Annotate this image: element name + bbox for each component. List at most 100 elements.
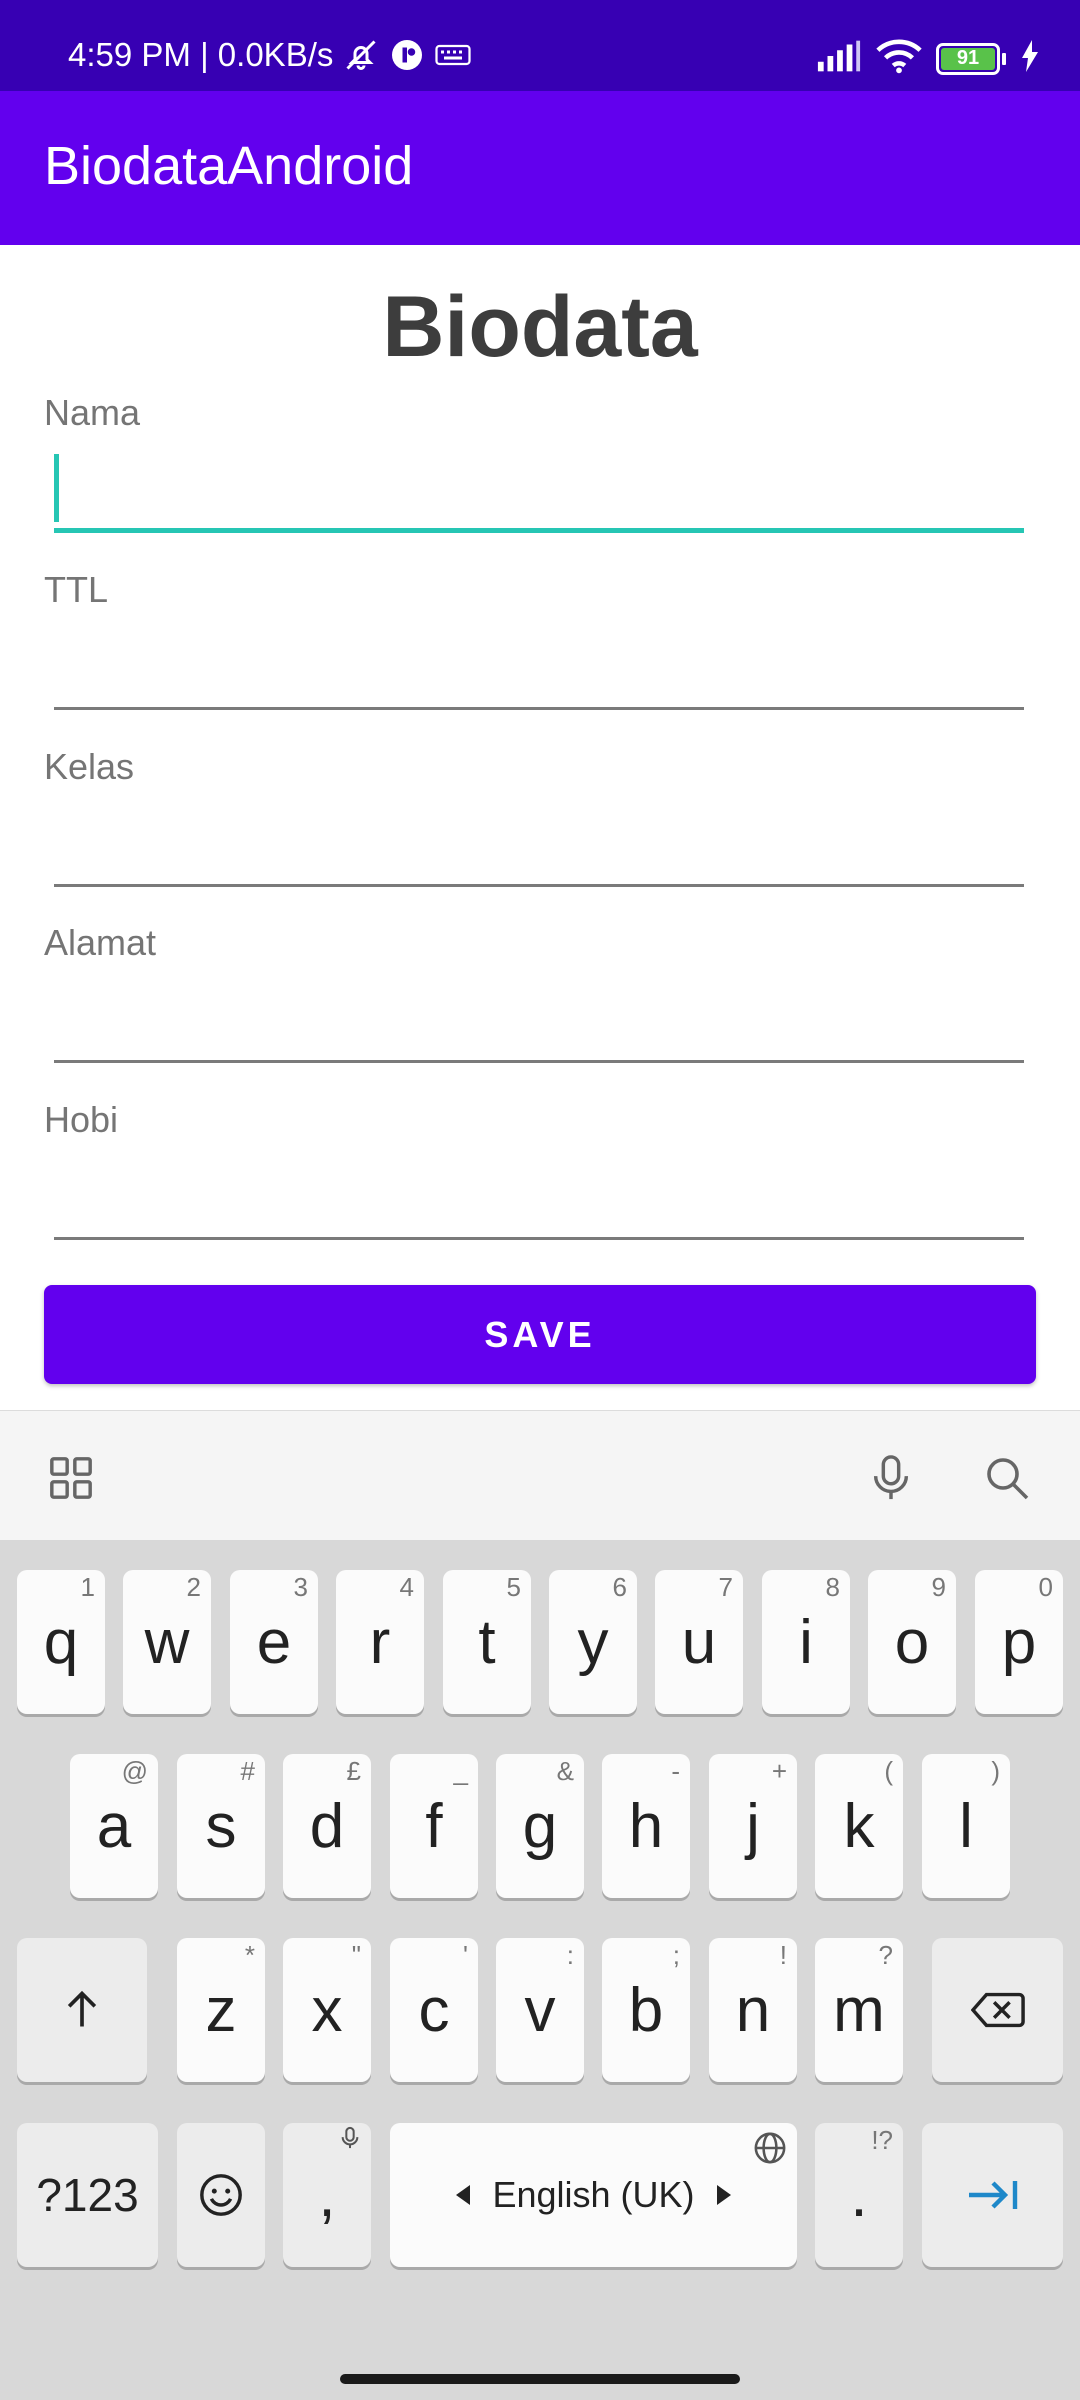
alamat-input[interactable] [54, 972, 1024, 1062]
kelas-underline [54, 884, 1024, 887]
key-b[interactable]: b; [602, 1938, 690, 2082]
key-hint: * [244, 1940, 255, 1970]
key-label: x [311, 1975, 343, 2045]
nama-underline [54, 528, 1024, 533]
key-label: s [205, 1791, 237, 1861]
symbols-label: ?123 [36, 2169, 139, 2221]
key-label: r [369, 1607, 391, 1677]
key-e[interactable]: e3 [230, 1570, 318, 1714]
mic-hint-icon [339, 2125, 361, 2158]
battery-icon: 91 [936, 42, 1006, 75]
hobi-label: Hobi [44, 1099, 119, 1140]
symbols-key[interactable]: ?123 [17, 2123, 158, 2267]
nama-field: Nama [44, 392, 1024, 568]
key-w[interactable]: w2 [123, 1570, 211, 1714]
emoji-icon [200, 2174, 242, 2216]
key-l[interactable]: l) [922, 1754, 1010, 1898]
save-button[interactable]: SAVE [44, 1285, 1036, 1384]
signal-icon [816, 40, 862, 77]
key-label: i [799, 1607, 813, 1677]
hobi-field: Hobi [44, 1099, 1024, 1275]
caret-right-icon [716, 2185, 731, 2205]
key-n[interactable]: n! [709, 1938, 797, 2082]
search-icon[interactable] [982, 1453, 1032, 1503]
key-hint: 5 [506, 1572, 521, 1602]
key-t[interactable]: t5 [443, 1570, 531, 1714]
key-a[interactable]: a @ [70, 1754, 158, 1898]
key-hint: £ [346, 1756, 361, 1786]
apps-grid-icon[interactable] [46, 1453, 96, 1503]
key-hint: - [671, 1756, 680, 1786]
key-label: p [1001, 1607, 1037, 1677]
key-v[interactable]: v: [496, 1938, 584, 2082]
comma-label: , [318, 2160, 336, 2230]
key-label: m [833, 1975, 885, 2045]
key-o[interactable]: o9 [868, 1570, 956, 1714]
period-label: . [850, 2160, 868, 2230]
key-hint: : [566, 1940, 574, 1970]
key-y[interactable]: y6 [549, 1570, 637, 1714]
key-hint: ' [463, 1940, 468, 1970]
backspace-key[interactable] [932, 1938, 1063, 2082]
key-hint: 1 [80, 1572, 95, 1602]
key-hint: @ [121, 1756, 148, 1786]
key-m[interactable]: m? [815, 1938, 903, 2082]
key-j[interactable]: j + [709, 1754, 797, 1898]
key-s[interactable]: s # [177, 1754, 265, 1898]
key-hint: 0 [1038, 1572, 1053, 1602]
charging-icon [1020, 40, 1040, 77]
hobi-input[interactable] [54, 1149, 1024, 1239]
bell-off-icon [343, 36, 379, 74]
shift-arrow-icon [67, 1990, 97, 2027]
key-x[interactable]: x " [283, 1938, 371, 2082]
space-key[interactable]: English (UK) [390, 2123, 797, 2267]
kelas-field: Kelas [44, 746, 1024, 922]
key-label: z [205, 1975, 237, 2045]
key-hint: + [771, 1756, 787, 1786]
alamat-field: Alamat [44, 922, 1024, 1098]
hobi-underline [54, 1237, 1024, 1240]
alamat-underline [54, 1060, 1024, 1063]
shift-key[interactable] [17, 1938, 147, 2082]
key-label: q [43, 1607, 79, 1677]
key-i[interactable]: i8 [762, 1570, 850, 1714]
key-hint: ! [779, 1940, 787, 1970]
alamat-label: Alamat [44, 922, 157, 963]
key-label: l [959, 1791, 973, 1861]
key-label: k [843, 1791, 875, 1861]
kelas-input[interactable] [54, 796, 1024, 886]
key-g[interactable]: g & [496, 1754, 584, 1898]
app-badge-icon [389, 37, 425, 73]
ttl-field: TTL [44, 569, 1024, 745]
key-f[interactable]: f _ [390, 1754, 478, 1898]
key-q[interactable]: q1 [17, 1570, 105, 1714]
period-hint: !? [871, 2125, 893, 2155]
key-hint: ( [884, 1756, 893, 1786]
key-d[interactable]: d £ [283, 1754, 371, 1898]
period-key[interactable]: . !? [815, 2123, 903, 2267]
key-label: a [96, 1791, 132, 1861]
key-r[interactable]: r4 [336, 1570, 424, 1714]
key-h[interactable]: h- [602, 1754, 690, 1898]
key-label: y [577, 1607, 609, 1677]
key-u[interactable]: u7 [655, 1570, 743, 1714]
key-c[interactable]: c ' [390, 1938, 478, 2082]
globe-icon [753, 2131, 787, 2172]
key-k[interactable]: k( [815, 1754, 903, 1898]
key-hint: 9 [931, 1572, 946, 1602]
key-p[interactable]: p0 [975, 1570, 1063, 1714]
nama-input[interactable] [54, 442, 1024, 532]
comma-key[interactable]: , [283, 2123, 371, 2267]
ttl-input[interactable] [54, 619, 1024, 709]
text-cursor [54, 454, 59, 522]
tab-next-icon [968, 2181, 1017, 2209]
ttl-label: TTL [44, 569, 109, 610]
key-label: o [894, 1607, 930, 1677]
microphone-icon[interactable] [866, 1453, 916, 1503]
next-key[interactable] [922, 2123, 1063, 2267]
space-label: English (UK) [492, 2174, 695, 2215]
emoji-key[interactable] [177, 2123, 265, 2267]
key-hint: ; [672, 1940, 680, 1970]
key-z[interactable]: z * [177, 1938, 265, 2082]
gesture-nav-bar[interactable] [340, 2374, 740, 2384]
